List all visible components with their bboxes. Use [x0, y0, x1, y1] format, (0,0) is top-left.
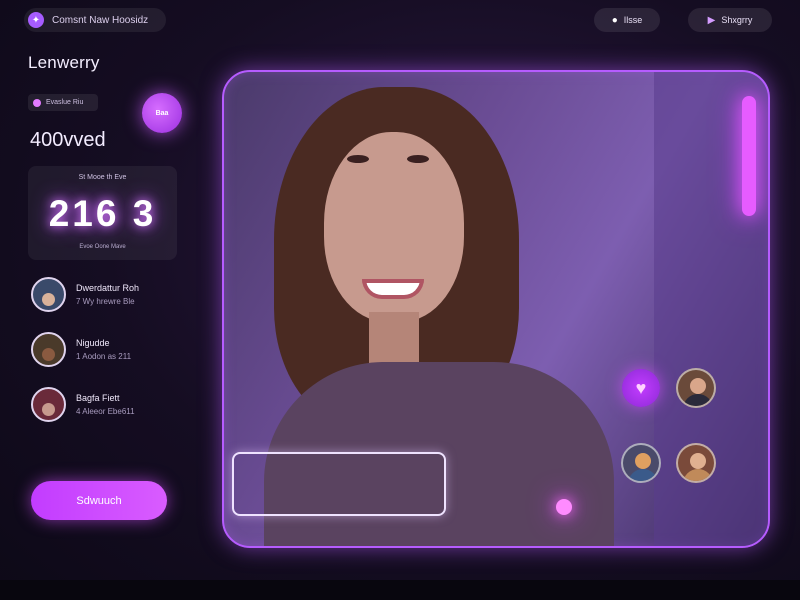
user-name: Dwerdattur Roh: [76, 283, 140, 293]
heart-icon: ♥: [635, 377, 647, 398]
caption-frame[interactable]: [232, 452, 446, 516]
person-eye-right: [407, 155, 429, 163]
tag-dot-icon: [33, 98, 41, 107]
live-button-label: Ilsse: [623, 15, 643, 25]
share-button-label: Shxgrry: [721, 15, 753, 25]
avatar: [31, 277, 66, 312]
stat-card: St Mooe th Eve 216 3 Evoe Oone Mave: [28, 166, 177, 260]
person-eye-left: [347, 155, 369, 163]
tag-chip[interactable]: Evaslue Riu: [28, 94, 98, 111]
participant-avatar[interactable]: [676, 368, 716, 408]
chat-bubble-button[interactable]: Baa: [142, 93, 182, 133]
avatar: [31, 332, 66, 367]
user-list-item[interactable]: Dwerdattur Roh 7 Wy hrewre Ble: [31, 277, 139, 312]
neon-light-bar: [742, 96, 756, 216]
participant-avatar[interactable]: [621, 443, 661, 483]
avatar: [31, 387, 66, 422]
user-sub: 7 Wy hrewre Ble: [76, 297, 135, 306]
followers-count: 400vved: [30, 129, 106, 151]
play-icon: ▶: [707, 14, 716, 26]
participant-avatar[interactable]: [676, 443, 716, 483]
user-sub: 4 Aleeor Ebe611: [76, 407, 135, 416]
heart-button[interactable]: ♥: [622, 369, 660, 407]
user-name: Bagfa Fiett: [76, 393, 120, 403]
live-toggle-icon: ●: [611, 14, 618, 26]
primary-cta-button[interactable]: Sdwuuch: [31, 481, 167, 520]
chat-badge-label: Baa: [155, 109, 169, 117]
share-button[interactable]: ▶ Shxgrry: [688, 8, 772, 32]
app-logo-icon: ✦: [28, 12, 44, 28]
bottom-bar: [0, 580, 800, 600]
user-list-item[interactable]: Nigudde 1 Aodon as 211: [31, 332, 131, 367]
live-button[interactable]: ● Ilsse: [594, 8, 660, 32]
app-title-chip[interactable]: ✦ Comsnt Naw Hoosidz: [24, 8, 166, 32]
cta-label: Sdwuuch: [76, 494, 122, 507]
glow-spark: [556, 499, 572, 515]
tag-label: Evaslue Riu: [46, 99, 84, 106]
stat-label-bottom: Evoe Oone Mave: [79, 244, 126, 250]
stat-label-top: St Mooe th Eve: [78, 174, 127, 181]
brand-name: Lenwerry: [28, 53, 100, 72]
stat-value: 216 3: [48, 193, 157, 234]
user-list-item[interactable]: Bagfa Fiett 4 Aleeor Ebe611: [31, 387, 135, 422]
app-title: Comsnt Naw Hoosidz: [52, 14, 149, 26]
user-name: Nigudde: [76, 338, 110, 348]
user-sub: 1 Aodon as 211: [76, 352, 132, 361]
